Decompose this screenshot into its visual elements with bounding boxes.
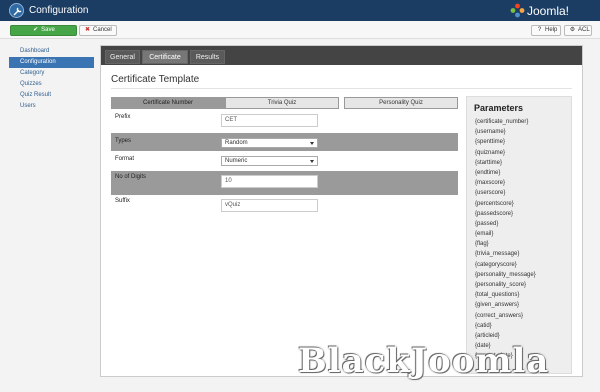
watermark: BlackJoomla bbox=[298, 341, 550, 381]
parameter-item: {email} bbox=[475, 231, 494, 238]
title-divider bbox=[111, 88, 572, 89]
parameter-item: {username} bbox=[475, 129, 506, 136]
parameter-item: {quizname} bbox=[475, 149, 506, 156]
sidebar-item-configuration[interactable]: Configuration bbox=[9, 57, 94, 68]
form-row-format: Format Numeric bbox=[111, 151, 458, 171]
parameter-item: {categoryscore} bbox=[475, 261, 517, 268]
save-button[interactable]: ✔ Save bbox=[10, 25, 77, 36]
parameter-item: {passed} bbox=[475, 220, 499, 227]
toolbar: ✔ Save ✖ Cancel ? Help ⚙ ACL bbox=[0, 21, 600, 39]
types-value: Random bbox=[225, 140, 248, 146]
subtab-trivia-quiz[interactable]: Trivia Quiz bbox=[225, 97, 339, 109]
parameter-item: {endtime} bbox=[475, 169, 501, 176]
parameter-item: {catid} bbox=[475, 322, 492, 329]
parameter-item: {userscore} bbox=[475, 190, 506, 197]
parameter-item: {trivia_message} bbox=[475, 251, 520, 258]
help-icon: ? bbox=[537, 27, 542, 33]
format-value: Numeric bbox=[225, 158, 248, 164]
acl-label: ACL bbox=[578, 27, 590, 33]
sidebar-item-dashboard[interactable]: Dashboard bbox=[9, 46, 94, 57]
parameter-item: {total_questions} bbox=[475, 292, 520, 299]
parameter-item: {certificate_number} bbox=[475, 119, 529, 125]
chevron-down-icon bbox=[310, 160, 314, 163]
format-select[interactable]: Numeric bbox=[221, 156, 318, 166]
types-select[interactable]: Random bbox=[221, 138, 318, 148]
chevron-down-icon bbox=[310, 142, 314, 145]
parameters-panel: Parameters {certificate_number} {username… bbox=[466, 96, 572, 374]
close-icon: ✖ bbox=[84, 27, 91, 33]
subtab-certificate-number[interactable]: Certificate Number bbox=[111, 97, 225, 109]
subtab-personality-quiz[interactable]: Personality Quiz bbox=[344, 97, 458, 109]
save-icon: ✔ bbox=[33, 27, 39, 33]
sidebar-item-quiz-result[interactable]: Quiz Result bbox=[9, 90, 94, 101]
configuration-icon bbox=[9, 3, 24, 18]
sidebar-item-users[interactable]: Users bbox=[9, 101, 94, 112]
prefix-input[interactable]: CET bbox=[221, 114, 318, 127]
prefix-label: Prefix bbox=[115, 114, 131, 120]
joomla-brand-text: Joomla! bbox=[527, 4, 570, 18]
sidebar-item-quizzes[interactable]: Quizzes bbox=[9, 79, 94, 90]
parameter-item: {passedscore} bbox=[475, 210, 514, 217]
parameter-item: {maxscore} bbox=[475, 180, 506, 187]
help-button[interactable]: ? Help bbox=[531, 25, 561, 36]
parameter-item: {percentscore} bbox=[475, 200, 514, 207]
cancel-button[interactable]: ✖ Cancel bbox=[79, 25, 117, 36]
parameters-list: {certificate_number} {username} {spenttime… bbox=[475, 117, 571, 362]
help-label: Help bbox=[545, 27, 558, 33]
form-row-suffix: Suffix vQuiz bbox=[111, 195, 458, 217]
header-bar: Configuration Joomla! bbox=[0, 0, 600, 21]
page-title: Certificate Template bbox=[111, 74, 200, 85]
parameter-item: {articleid} bbox=[475, 332, 500, 339]
cancel-label: Cancel bbox=[93, 27, 112, 33]
digits-label: No of Digits bbox=[115, 174, 147, 180]
types-label: Types bbox=[115, 138, 132, 144]
format-label: Format bbox=[115, 156, 135, 162]
suffix-input[interactable]: vQuiz bbox=[221, 199, 318, 212]
gear-icon: ⚙ bbox=[569, 27, 576, 33]
page-header-title: Configuration bbox=[29, 5, 89, 16]
parameter-item: {correct_answers} bbox=[475, 312, 524, 319]
parameter-item: {personality_score} bbox=[475, 282, 527, 288]
tab-results[interactable]: Results bbox=[190, 50, 225, 64]
tab-general[interactable]: General bbox=[105, 50, 140, 64]
parameter-item: {flag} bbox=[475, 241, 489, 248]
parameters-title: Parameters bbox=[474, 103, 524, 113]
tab-certificate[interactable]: Certificate bbox=[142, 50, 188, 64]
save-label: Save bbox=[41, 27, 55, 33]
joomla-logo-icon bbox=[510, 3, 525, 20]
tab-bar: General Certificate Results bbox=[101, 46, 582, 65]
parameter-item: {spenttime} bbox=[475, 139, 506, 146]
acl-button[interactable]: ⚙ ACL bbox=[564, 25, 592, 36]
form-row-types: Types Random bbox=[111, 133, 458, 151]
sidebar: Dashboard Configuration Category Quizzes… bbox=[9, 46, 94, 112]
suffix-label: Suffix bbox=[115, 198, 130, 204]
digits-input[interactable]: 10 bbox=[221, 175, 318, 188]
parameter-item: {starttime} bbox=[475, 159, 503, 166]
form-row-digits: No of Digits 10 bbox=[111, 171, 458, 195]
sidebar-item-category[interactable]: Category bbox=[9, 68, 94, 79]
parameter-item: {personality_message} bbox=[475, 271, 536, 278]
parameter-item: {given_answers} bbox=[475, 302, 520, 309]
form-row-prefix: Prefix CET bbox=[111, 111, 458, 133]
